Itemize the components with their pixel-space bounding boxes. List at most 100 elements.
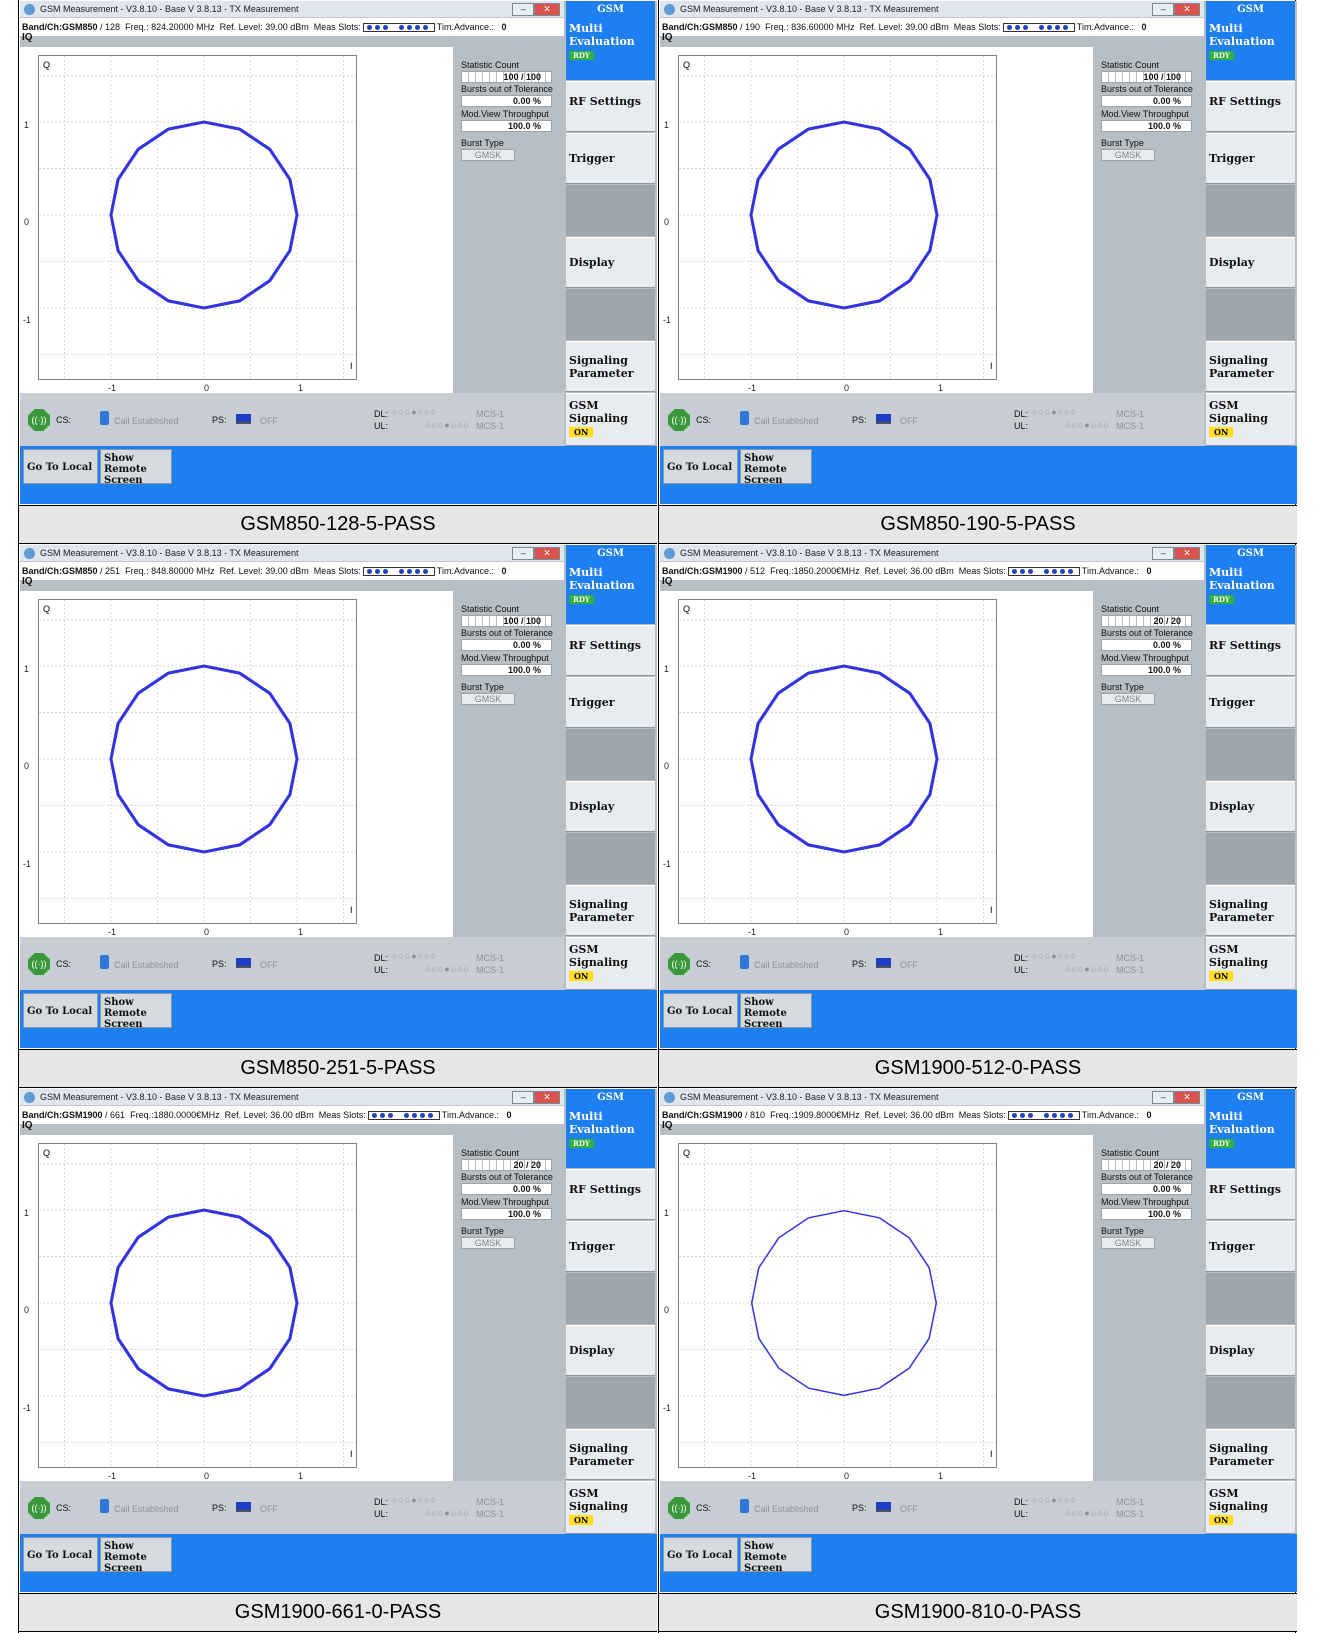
close-icon[interactable]: ✕ [1174,547,1200,560]
signaling-parameter-softkey[interactable]: Signaling Parameter [1206,885,1295,936]
trigger-softkey[interactable]: Trigger [1206,1221,1295,1272]
ref-level-label: Ref. Level: [864,566,908,576]
close-icon[interactable]: ✕ [534,3,560,16]
signaling-parameter-softkey[interactable]: Signaling Parameter [1206,1429,1295,1480]
phone-icon [740,1499,749,1513]
go-to-local-button[interactable]: Go To Local [663,449,738,484]
gsm-signaling-softkey[interactable]: GSM Signaling ON [1206,937,1295,990]
rf-settings-softkey[interactable]: RF Settings [1206,1169,1295,1220]
iq-plot: QI [678,599,997,924]
signaling-parameter-softkey[interactable]: Signaling Parameter [566,1429,655,1480]
rf-settings-softkey[interactable]: RF Settings [1206,625,1295,676]
show-remote-screen-button[interactable]: Show Remote Screen [740,1537,812,1574]
show-remote-screen-button[interactable]: Show Remote Screen [100,1537,172,1574]
go-to-local-button[interactable]: Go To Local [663,1537,738,1572]
multi-evaluation-softkey[interactable]: Multi Evaluation RDY [566,1106,655,1168]
antenna-icon: ((·)) [668,409,690,431]
iq-plot: QI [38,1143,357,1468]
show-remote-screen-button[interactable]: Show Remote Screen [100,449,172,486]
rf-settings-softkey[interactable]: RF Settings [566,1169,655,1220]
signaling-parameter-softkey[interactable]: Signaling Parameter [1206,341,1295,392]
close-icon[interactable]: ✕ [1174,3,1200,16]
show-remote-screen-button[interactable]: Show Remote Screen [740,449,812,486]
close-icon[interactable]: ✕ [534,1091,560,1104]
trigger-softkey[interactable]: Trigger [566,677,655,728]
go-to-local-button[interactable]: Go To Local [663,993,738,1028]
go-to-local-button[interactable]: Go To Local [23,1537,98,1572]
rf-settings-softkey[interactable]: RF Settings [566,81,655,132]
throughput-value: 100.0 % [461,120,552,132]
minimize-icon[interactable]: – [512,3,534,16]
display-softkey[interactable]: Display [1206,237,1295,288]
gsm-signaling-softkey[interactable]: GSM Signaling ON [566,393,655,446]
app-icon [664,4,675,15]
multi-evaluation-softkey[interactable]: Multi Evaluation RDY [566,562,655,624]
minimize-icon[interactable]: – [1152,547,1174,560]
multi-evaluation-softkey[interactable]: Multi Evaluation RDY [1206,562,1295,624]
gsm-signaling-softkey[interactable]: GSM Signaling ON [1206,393,1295,446]
trigger-softkey[interactable]: Trigger [566,133,655,184]
trigger-softkey[interactable]: Trigger [566,1221,655,1272]
ps-label: PS: [212,959,227,969]
info-line: Band/Ch:GSM1900 / 512 Freq.:1850.2000€MH… [660,562,1204,580]
signaling-parameter-softkey[interactable]: Signaling Parameter [566,885,655,936]
frequency: Freq.: 824.20000 MHz [125,22,215,32]
close-icon[interactable]: ✕ [534,547,560,560]
display-softkey[interactable]: Display [566,237,655,288]
minimize-icon[interactable]: – [1152,1091,1174,1104]
channel-number: / 810 [745,1110,766,1120]
gsm-signaling-label: GSM Signaling [569,399,628,425]
statistic-count-label: Statistic Count [461,60,520,70]
i-axis-label: I [350,905,353,915]
ul-label: UL: [374,1509,389,1519]
iq-plot-area: 1 0 -1 -1 0 1 QI [20,47,453,393]
q-axis-label: Q [43,60,50,70]
ytick-0: 0 [24,1305,30,1315]
close-icon[interactable]: ✕ [1174,1091,1200,1104]
multi-evaluation-softkey[interactable]: Multi Evaluation RDY [1206,1106,1295,1168]
minimize-icon[interactable]: – [512,547,534,560]
gsm-signaling-softkey[interactable]: GSM Signaling ON [1206,1481,1295,1534]
antenna-icon: ((·)) [28,953,50,975]
info-line: Band/Ch:GSM850 / 128 Freq.: 824.20000 MH… [20,18,564,36]
laptop-icon [236,414,251,424]
ul-slot-icon: ○○○●○○○ [1065,420,1111,430]
status-bar: ((·)) CS: Call Established PS: OFF DL: U… [660,1481,1204,1534]
show-remote-screen-button[interactable]: Show Remote Screen [100,993,172,1030]
meas-slots-indicator [362,567,435,577]
dl-mcs: MCS-1 [476,953,505,963]
display-softkey[interactable]: Display [566,1325,655,1376]
display-softkey[interactable]: Display [1206,781,1295,832]
show-remote-screen-button[interactable]: Show Remote Screen [740,993,812,1030]
multi-evaluation-softkey[interactable]: Multi Evaluation RDY [566,18,655,80]
rf-settings-softkey[interactable]: RF Settings [1206,81,1295,132]
rdy-badge: RDY [1209,1139,1234,1148]
rf-settings-softkey[interactable]: RF Settings [566,625,655,676]
empty-softkey-2 [566,289,655,340]
call-status: Call Established [114,416,179,426]
signaling-parameter-softkey[interactable]: Signaling Parameter [566,341,655,392]
gsm-signaling-softkey[interactable]: GSM Signaling ON [566,1481,655,1534]
cs-label: CS: [56,1503,72,1513]
display-softkey[interactable]: Display [1206,1325,1295,1376]
trigger-softkey[interactable]: Trigger [1206,677,1295,728]
band-channel: Band/Ch:GSM850 [662,22,738,32]
on-badge: ON [1209,971,1234,981]
multi-evaluation-softkey[interactable]: Multi Evaluation RDY [1206,18,1295,80]
trigger-softkey[interactable]: Trigger [1206,133,1295,184]
meas-slots-indicator [362,23,435,33]
frequency: Freq.:1880.0000€MHz [130,1110,220,1120]
minimize-icon[interactable]: – [512,1091,534,1104]
iq-constellation-chart: QI [679,600,996,923]
minimize-icon[interactable]: – [1152,3,1174,16]
info-line: Band/Ch:GSM1900 / 810 Freq.:1909.8000€MH… [660,1106,1204,1124]
display-softkey[interactable]: Display [566,781,655,832]
rdy-badge: RDY [1209,595,1234,604]
gsm-signaling-softkey[interactable]: GSM Signaling ON [566,937,655,990]
xtick-0: 0 [844,1471,850,1481]
go-to-local-button[interactable]: Go To Local [23,449,98,484]
throughput-label: Mod.View Throughput [461,109,549,119]
go-to-local-button[interactable]: Go To Local [23,993,98,1028]
info-line: Band/Ch:GSM850 / 251 Freq.: 848.80000 MH… [20,562,564,580]
statistic-count-label: Statistic Count [1101,60,1160,70]
